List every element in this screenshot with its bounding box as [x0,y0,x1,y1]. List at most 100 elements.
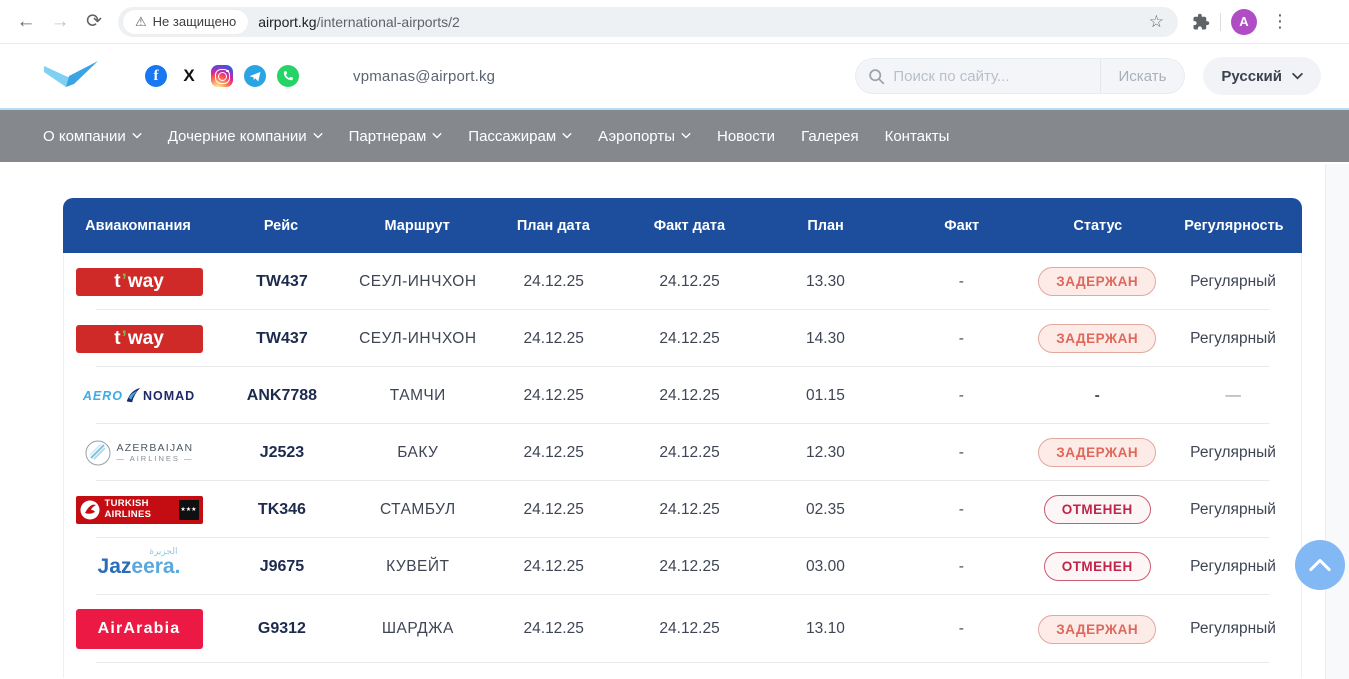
facebook-icon[interactable]: f [145,65,167,87]
plan-date: 24.12.25 [486,387,622,405]
route: СЕУЛ-ИНЧХОН [350,330,486,348]
bookmark-star-icon[interactable]: ☆ [1145,12,1168,32]
nav-item-label: Контакты [885,128,950,145]
status-cell: ЗАДЕРЖАН [1029,615,1165,644]
telegram-icon[interactable] [244,65,266,87]
airline-cell: الجزيرةJazeera. [64,555,214,579]
airline-logo-jazeera: الجزيرةJazeera. [98,555,181,579]
url-path: /international-airports/2 [317,14,460,30]
table-header-row: АвиакомпанияРейсМаршрутПлан датаФакт дат… [63,198,1302,253]
nav-item-label: О компании [43,128,126,145]
flight-number: TW437 [214,273,350,291]
status-cell: ЗАДЕРЖАН [1029,267,1165,296]
browser-forward-button[interactable]: → [44,6,76,38]
route: СТАМБУЛ [350,501,486,519]
extensions-puzzle-icon[interactable] [1192,13,1210,31]
nav-item-4[interactable]: Пассажирам [468,128,572,145]
fact-date: 24.12.25 [622,444,758,462]
star-alliance-badge-icon: ★★★ [179,500,199,520]
regularity: Регулярный [1165,501,1301,519]
jazeera-name-light: eera. [131,555,180,578]
tway-t: t [114,328,120,350]
nav-item-1[interactable]: О компании [43,128,142,145]
fact-date: 24.12.25 [622,387,758,405]
plan-time: 01.15 [758,387,894,405]
chevron-down-icon [432,133,442,139]
table-body: t’wayTW437СЕУЛ-ИНЧХОН24.12.2524.12.2513.… [63,253,1302,678]
flight-number: ANK7788 [214,387,350,405]
scroll-to-top-button[interactable] [1295,540,1345,590]
column-header-3: Маршрут [349,218,485,234]
browser-reload-button[interactable]: ⟳ [78,6,110,38]
route: СЕУЛ-ИНЧХОН [350,273,486,291]
tway-way: way [128,271,164,293]
regularity: Регулярный [1165,558,1301,576]
column-header-2: Рейс [213,218,349,234]
flight-number: J2523 [214,444,350,462]
security-chip[interactable]: ⚠ Не защищено [123,10,248,34]
airline-logo-tway: t’way [76,268,203,296]
plan-date: 24.12.25 [486,620,622,638]
search-icon [868,68,885,85]
aeronomad-bird-icon [124,387,142,405]
browser-back-button[interactable]: ← [10,6,42,38]
fact-time: - [893,620,1029,638]
browser-menu-icon[interactable]: ⋮ [1267,11,1293,32]
fact-time: - [893,501,1029,519]
chevron-down-icon [313,133,323,139]
whatsapp-icon[interactable] [277,65,299,87]
status-cell: ОТМЕНЕН [1029,495,1165,524]
airline-logo-tway: t’way [76,325,203,353]
status-cell: ЗАДЕРЖАН [1029,324,1165,353]
nav-item-2[interactable]: Дочерние компании [168,128,323,145]
table-row: t’wayTW437СЕУЛ-ИНЧХОН24.12.2524.12.2514.… [64,310,1301,367]
aeronomad-nomad-text: NOMAD [143,389,195,403]
plan-date: 24.12.25 [486,558,622,576]
plan-time: 13.10 [758,620,894,638]
fact-date: 24.12.25 [622,558,758,576]
search-input[interactable] [893,68,1099,85]
nav-item-5[interactable]: Аэропорты [598,128,691,145]
plan-date: 24.12.25 [486,444,622,462]
status-badge: ЗАДЕРЖАН [1038,324,1156,353]
language-selector[interactable]: Русский [1203,57,1321,95]
route: БАКУ [350,444,486,462]
nav-item-3[interactable]: Партнерам [349,128,443,145]
fact-date: 24.12.25 [622,273,758,291]
instagram-icon[interactable] [211,65,233,87]
fact-time: - [893,558,1029,576]
warning-icon: ⚠ [135,14,147,30]
nav-item-6[interactable]: Новости [717,128,775,145]
search-submit-button[interactable]: Искать [1100,59,1185,93]
airline-cell: AZERBAIJAN— AIRLINES — [64,440,214,466]
fact-date: 24.12.25 [622,330,758,348]
profile-avatar[interactable]: A [1231,9,1257,35]
airport-logo[interactable] [43,59,99,93]
flight-number: TW437 [214,330,350,348]
plan-time: 03.00 [758,558,894,576]
table-next-row-stub [64,663,1301,678]
instagram-lens [218,72,227,81]
regularity: Регулярный [1165,273,1301,291]
nav-item-label: Галерея [801,128,859,145]
flight-number: J9675 [214,558,350,576]
turkish-line1: TURKISH [105,499,174,509]
nav-item-8[interactable]: Контакты [885,128,950,145]
address-bar[interactable]: ⚠ Не защищено airport.kg/international-a… [118,7,1178,37]
nav-item-label: Пассажирам [468,128,556,145]
nav-item-7[interactable]: Галерея [801,128,859,145]
regularity: — [1165,387,1301,405]
chevron-up-icon [1309,558,1331,572]
airline-cell: t’way [64,325,214,353]
chevron-down-icon [132,133,142,139]
x-twitter-icon[interactable]: X [178,65,200,87]
status-badge: ОТМЕНЕН [1044,552,1151,581]
airline-cell: AERONOMAD [64,387,214,405]
main-navigation: О компании Дочерние компании Партнерам Пасс… [0,110,1349,162]
tway-apostrophe: ’ [122,271,127,293]
fact-date: 24.12.25 [622,620,758,638]
chevron-down-icon [562,133,572,139]
contact-email: vpmanas@airport.kg [353,68,495,85]
nav-item-label: Партнерам [349,128,427,145]
chevron-down-icon [1292,73,1303,80]
